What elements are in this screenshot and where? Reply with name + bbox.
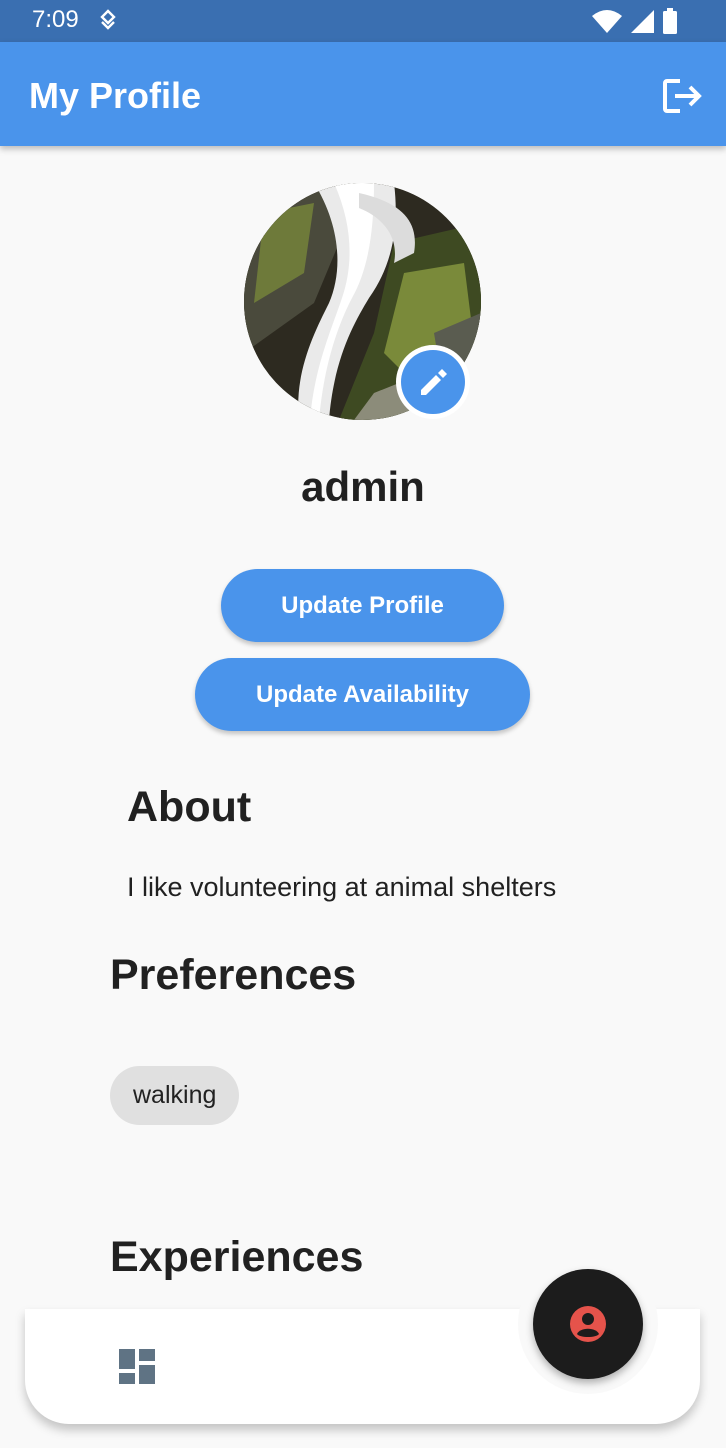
update-availability-button[interactable]: Update Availability bbox=[195, 658, 530, 731]
signal-icon bbox=[630, 9, 654, 38]
status-time: 7:09 bbox=[32, 6, 79, 33]
wifi-icon bbox=[592, 9, 622, 38]
pencil-icon bbox=[421, 369, 447, 395]
about-heading: About bbox=[127, 783, 252, 831]
edit-avatar-button[interactable] bbox=[396, 345, 470, 419]
battery-icon bbox=[662, 8, 678, 39]
nav-dashboard-button[interactable] bbox=[116, 1346, 158, 1386]
preferences-heading: Preferences bbox=[110, 951, 357, 999]
app-bar: My Profile bbox=[0, 42, 726, 146]
username: admin bbox=[301, 463, 425, 510]
profile-fab-button[interactable] bbox=[533, 1269, 643, 1379]
preference-chip[interactable]: walking bbox=[110, 1066, 240, 1125]
experiences-heading: Experiences bbox=[110, 1233, 364, 1281]
data-saver-icon bbox=[98, 9, 118, 38]
about-text: I like volunteering at animal shelters bbox=[127, 872, 557, 902]
status-bar: 7:09 bbox=[0, 0, 726, 42]
logout-button[interactable] bbox=[656, 72, 704, 120]
dashboard-icon bbox=[119, 1349, 155, 1384]
page-title: My Profile bbox=[29, 75, 202, 116]
update-profile-button[interactable]: Update Profile bbox=[221, 569, 504, 642]
logout-icon bbox=[663, 79, 702, 113]
account-circle-icon bbox=[570, 1306, 606, 1342]
